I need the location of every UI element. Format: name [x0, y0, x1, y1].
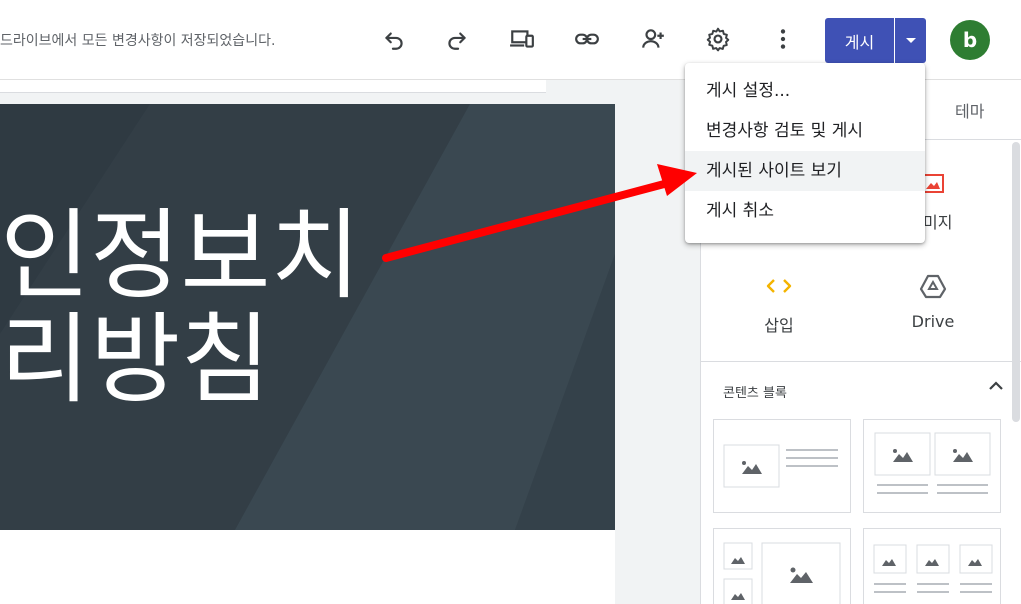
more-options-button[interactable]: [766, 22, 800, 56]
content-block-collage[interactable]: [713, 528, 851, 604]
caret-down-icon: [905, 38, 916, 43]
image-icon[interactable]: [922, 174, 944, 198]
share-button[interactable]: [636, 22, 670, 56]
insert-embed-tile[interactable]: 삽입: [704, 266, 854, 366]
redo-button[interactable]: [440, 22, 474, 56]
copy-link-button[interactable]: [570, 22, 604, 56]
panel-divider: [701, 361, 1021, 362]
collapse-content-blocks-button[interactable]: [986, 376, 1006, 396]
site-title-line-1: 인정보치: [0, 199, 361, 313]
preview-button[interactable]: [505, 22, 539, 56]
settings-button[interactable]: [701, 22, 735, 56]
menu-item-view-published-site[interactable]: 게시된 사이트 보기: [685, 151, 925, 191]
code-brackets-icon: [765, 266, 793, 306]
save-status-text: 드라이브에서 모든 변경사항이 저장되었습니다.: [0, 33, 276, 49]
block-thumbnail-image-text: [723, 444, 838, 488]
tab-themes[interactable]: 테마: [955, 98, 984, 122]
content-blocks-heading: 콘텐츠 블록: [723, 386, 787, 401]
insert-drive-label: Drive: [911, 312, 955, 331]
preview-devices-icon: [510, 30, 534, 48]
account-avatar[interactable]: b: [950, 20, 990, 60]
publish-dropdown-menu: 게시 설정... 변경사항 검토 및 게시 게시된 사이트 보기 게시 취소: [685, 63, 925, 243]
add-person-icon: [642, 29, 664, 48]
content-block-image-text[interactable]: [713, 419, 851, 513]
panel-scrollbar[interactable]: [1012, 142, 1020, 422]
gear-icon: [706, 27, 730, 52]
sites-editor-window: 드라이브에서 모든 변경사항이 저장되었습니다. 게시 b 인정보치 리방침 테…: [0, 0, 1021, 604]
drive-icon: [919, 266, 947, 306]
undo-icon: [385, 32, 403, 50]
site-title-line-2: 리방침: [0, 303, 271, 417]
insert-drive-tile[interactable]: Drive: [858, 266, 1008, 366]
chevron-up-icon: [989, 381, 1003, 390]
redo-icon: [448, 32, 466, 50]
block-thumbnail-collage: [723, 542, 841, 604]
menu-item-unpublish[interactable]: 게시 취소: [685, 191, 925, 231]
site-title[interactable]: 인정보치 리방침: [0, 204, 361, 412]
insert-embed-label: 삽입: [764, 316, 794, 335]
content-block-three-images[interactable]: [863, 528, 1001, 604]
menu-item-publish-settings[interactable]: 게시 설정...: [685, 71, 925, 111]
link-icon: [575, 33, 599, 45]
publish-dropdown-button[interactable]: [895, 18, 926, 63]
block-thumbnail-three-images: [873, 544, 993, 593]
header-banner[interactable]: 인정보치 리방침: [0, 104, 615, 530]
content-block-two-images[interactable]: [863, 419, 1001, 513]
menu-item-review-and-publish[interactable]: 변경사항 검토 및 게시: [685, 111, 925, 151]
more-vert-icon: [780, 29, 786, 49]
block-thumbnail-two-images: [874, 432, 991, 494]
publish-button[interactable]: 게시: [825, 18, 894, 63]
insert-image-label[interactable]: 미지: [923, 209, 952, 233]
undo-button[interactable]: [377, 22, 411, 56]
horizontal-ruler: [0, 80, 546, 93]
